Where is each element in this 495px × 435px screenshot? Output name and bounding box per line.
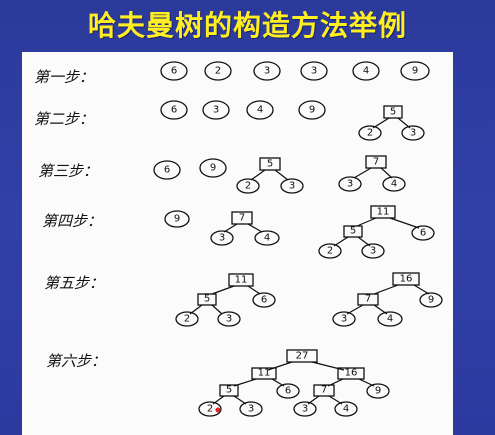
- svg-text:3: 3: [248, 404, 254, 415]
- svg-text:7: 7: [365, 294, 371, 305]
- svg-text:2: 2: [367, 128, 373, 139]
- svg-text:3: 3: [311, 66, 317, 77]
- svg-text:11: 11: [235, 275, 248, 286]
- svg-text:3: 3: [410, 128, 416, 139]
- svg-text:2: 2: [327, 246, 333, 257]
- step-5-label: 第五步：: [44, 274, 104, 292]
- svg-text:6: 6: [164, 165, 170, 176]
- svg-text:9: 9: [309, 105, 315, 116]
- svg-text:3: 3: [219, 233, 225, 244]
- svg-text:3: 3: [264, 66, 270, 77]
- step-6-label: 第六步：: [46, 352, 106, 370]
- svg-text:5: 5: [390, 107, 396, 118]
- svg-text:9: 9: [174, 214, 180, 225]
- svg-text:9: 9: [412, 66, 418, 77]
- pointer-dot: [215, 407, 221, 413]
- svg-text:3: 3: [347, 179, 353, 190]
- svg-text:6: 6: [420, 228, 426, 239]
- svg-text:4: 4: [387, 314, 393, 325]
- svg-text:7: 7: [373, 157, 379, 168]
- svg-text:2: 2: [245, 181, 251, 192]
- svg-text:7: 7: [321, 385, 327, 396]
- svg-text:9: 9: [210, 163, 216, 174]
- svg-text:2: 2: [207, 404, 213, 415]
- svg-text:11: 11: [258, 368, 271, 379]
- step-3-forest: 6 9 5 2 3 7 3 4: [153, 155, 406, 194]
- svg-text:3: 3: [370, 246, 376, 257]
- step-3-label: 第三步：: [38, 162, 98, 180]
- step-4-forest: 9 7 3 4 11 5 6 2 3: [164, 205, 435, 259]
- step-6-tree: 27 11 16 5 6 7 9 2 3 3 4: [198, 349, 390, 417]
- svg-text:3: 3: [226, 314, 232, 325]
- svg-text:16: 16: [345, 368, 358, 379]
- step-5-forest: 11 5 6 2 3 16 7 9 3 4: [175, 272, 443, 327]
- svg-text:7: 7: [239, 213, 245, 224]
- svg-text:2: 2: [184, 314, 190, 325]
- svg-text:27: 27: [296, 351, 309, 362]
- svg-text:3: 3: [302, 404, 308, 415]
- svg-text:4: 4: [257, 105, 263, 116]
- step-4-label: 第四步：: [42, 212, 102, 230]
- svg-text:5: 5: [204, 294, 210, 305]
- svg-text:9: 9: [428, 295, 434, 306]
- svg-text:6: 6: [171, 105, 177, 116]
- svg-text:6: 6: [285, 386, 291, 397]
- svg-text:4: 4: [363, 66, 369, 77]
- svg-text:4: 4: [343, 404, 349, 415]
- slide-title: 哈夫曼树的构造方法举例: [87, 9, 407, 42]
- step-1-label: 第一步：: [34, 68, 94, 86]
- step-2-forest: 6 3 4 9 5 2 3: [160, 100, 425, 141]
- svg-text:6: 6: [261, 295, 267, 306]
- diagram-canvas: 第一步： 第二步： 第三步： 第四步： 第五步： 第六步： 6 2 3 3 4 …: [34, 61, 443, 417]
- svg-text:5: 5: [267, 159, 273, 170]
- svg-text:4: 4: [391, 179, 397, 190]
- svg-text:9: 9: [375, 386, 381, 397]
- svg-text:16: 16: [400, 274, 413, 285]
- svg-text:2: 2: [215, 66, 221, 77]
- svg-text:3: 3: [289, 181, 295, 192]
- svg-text:5: 5: [350, 226, 356, 237]
- svg-text:3: 3: [213, 105, 219, 116]
- step-1-forest: 6 2 3 3 4 9: [160, 61, 430, 81]
- svg-text:4: 4: [264, 233, 270, 244]
- svg-text:6: 6: [171, 66, 177, 77]
- svg-text:5: 5: [226, 385, 232, 396]
- handwritten-sheet: 第一步： 第二步： 第三步： 第四步： 第五步： 第六步： 6 2 3 3 4 …: [22, 52, 453, 435]
- step-2-label: 第二步：: [34, 110, 94, 128]
- svg-text:11: 11: [377, 207, 390, 218]
- svg-text:3: 3: [341, 314, 347, 325]
